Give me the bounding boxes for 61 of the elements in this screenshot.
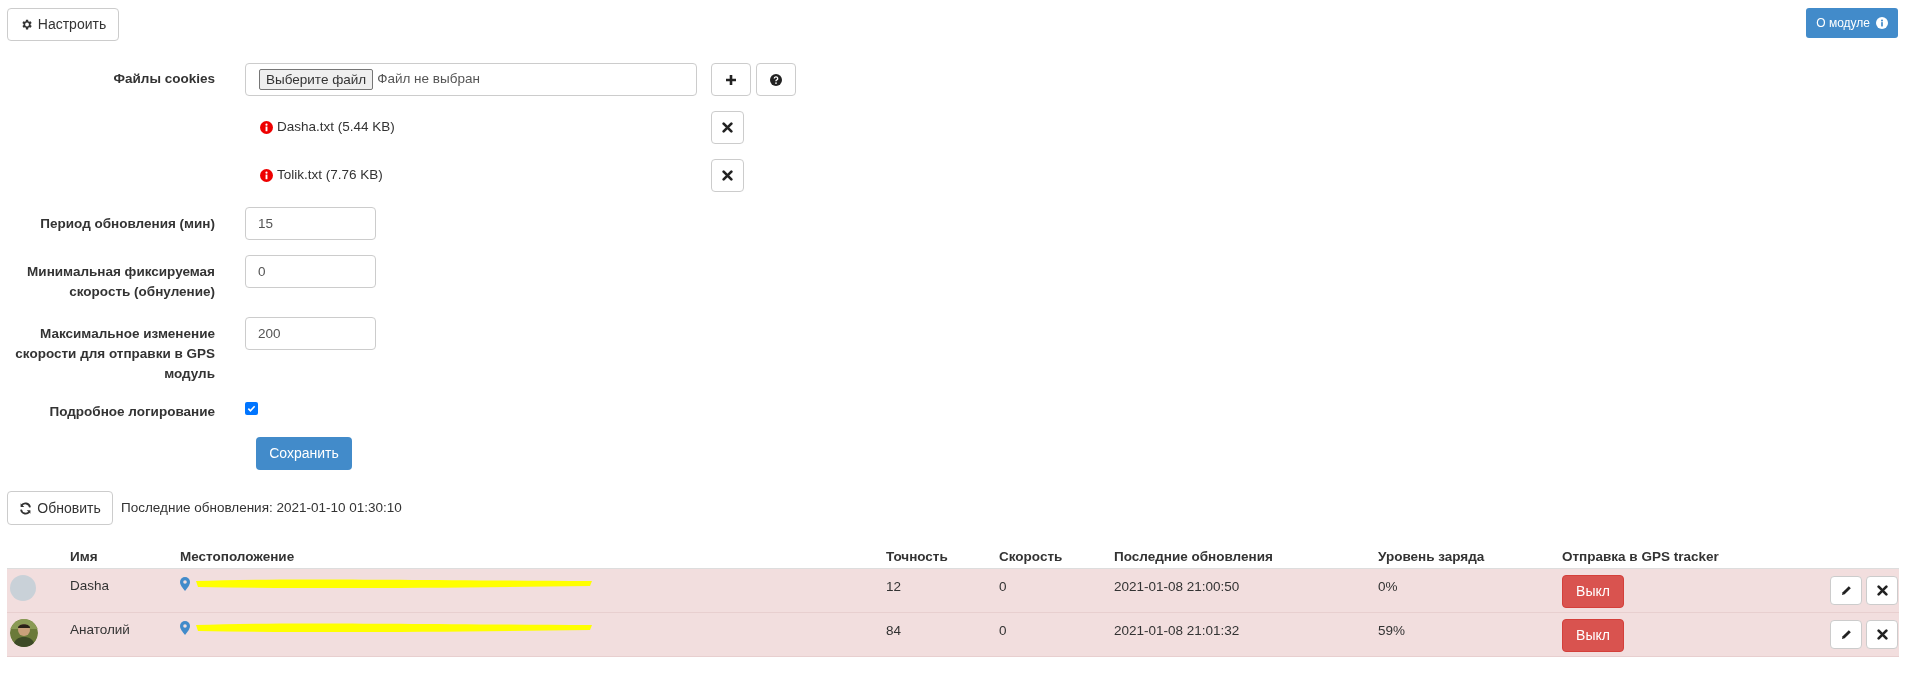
configure-button[interactable]: Настроить bbox=[7, 8, 119, 41]
close-icon bbox=[1876, 629, 1888, 640]
number-input[interactable]: 0 bbox=[245, 255, 376, 288]
delete-button[interactable] bbox=[1866, 620, 1898, 649]
pencil-icon bbox=[1840, 585, 1852, 596]
close-icon bbox=[1876, 585, 1888, 596]
field-label: Период обновления (мин) bbox=[40, 216, 215, 231]
name-cell-text: Анатолий bbox=[70, 621, 130, 639]
column-header: Скорость bbox=[999, 548, 1063, 564]
column-header: Последние обновления bbox=[1114, 548, 1273, 564]
field-label: Минимальная фиксируемая скорость (обнуление) bbox=[27, 264, 215, 299]
column-header: Имя bbox=[70, 548, 98, 564]
plus-icon bbox=[725, 73, 737, 86]
battery-cell: 59% bbox=[1378, 623, 1406, 638]
gps-off-button[interactable]: Выкл bbox=[1562, 575, 1624, 608]
about-button[interactable]: О модуле bbox=[1806, 8, 1898, 38]
number-input[interactable]: 15 bbox=[245, 207, 376, 240]
column-header: Точность bbox=[886, 548, 948, 564]
close-icon bbox=[722, 170, 733, 181]
updated-cell: 2021-01-08 21:00:50 bbox=[1114, 579, 1240, 594]
cookie-file-name: Dasha.txt (5.44 KB) bbox=[277, 118, 395, 137]
choose-file-button[interactable]: Выберите файл bbox=[259, 69, 374, 90]
checkbox[interactable] bbox=[245, 402, 258, 415]
avatar-icon bbox=[10, 575, 36, 601]
field-label: Подробное логирование bbox=[49, 404, 215, 419]
column-header: Местоположение bbox=[180, 548, 295, 564]
number-input[interactable]: 200 bbox=[245, 317, 376, 350]
edit-button[interactable] bbox=[1830, 576, 1862, 605]
last-update-text: Последние обновления: 2021-01-10 01:30:10 bbox=[121, 498, 402, 517]
accuracy-cell: 12 bbox=[886, 579, 902, 594]
gps-off-button[interactable]: Выкл bbox=[1562, 619, 1624, 652]
speed-cell: 0 bbox=[999, 579, 1007, 594]
info-icon bbox=[1876, 17, 1888, 29]
pencil-icon bbox=[1840, 629, 1852, 640]
file-status: Файл не выбран bbox=[377, 70, 480, 89]
save-button[interactable]: Сохранить bbox=[256, 437, 352, 470]
info-icon bbox=[260, 121, 273, 134]
refresh-icon bbox=[19, 501, 33, 515]
remove-file-button[interactable] bbox=[711, 111, 744, 144]
help-button[interactable] bbox=[756, 63, 796, 96]
column-header: Отправка в GPS tracker bbox=[1562, 548, 1719, 564]
edit-button[interactable] bbox=[1830, 620, 1862, 649]
close-icon bbox=[722, 122, 733, 133]
updated-cell: 2021-01-08 21:01:32 bbox=[1114, 623, 1240, 638]
refresh-button[interactable]: Обновить bbox=[7, 491, 113, 525]
accuracy-cell: 84 bbox=[886, 623, 902, 638]
map-pin-icon bbox=[180, 577, 190, 591]
help-icon bbox=[770, 73, 782, 86]
cookie-file-name: Tolik.txt (7.76 KB) bbox=[277, 166, 383, 185]
file-input[interactable]: Выберите файл Файл не выбран bbox=[245, 63, 697, 96]
name-cell-text: Dasha bbox=[70, 577, 110, 595]
speed-cell: 0 bbox=[999, 623, 1007, 638]
info-icon bbox=[260, 169, 273, 182]
field-label: Файлы cookies bbox=[113, 71, 215, 86]
delete-button[interactable] bbox=[1866, 576, 1898, 605]
map-pin-icon bbox=[180, 621, 190, 635]
column-header: Уровень заряда bbox=[1378, 548, 1485, 564]
add-button[interactable] bbox=[711, 63, 751, 96]
battery-cell: 0% bbox=[1378, 579, 1398, 594]
remove-file-button[interactable] bbox=[711, 159, 744, 192]
field-label: Максимальное изменение скорости для отправки в GPS модуль bbox=[15, 326, 215, 381]
